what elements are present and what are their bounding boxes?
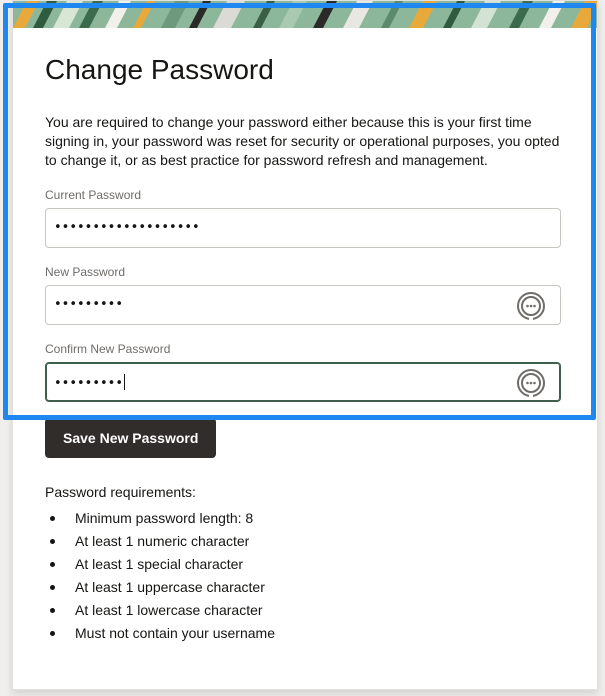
requirement-text: At least 1 numeric character <box>75 533 250 549</box>
confirm-password-value-wrap: ••••••••• <box>54 374 126 392</box>
change-password-card: Change Password You are required to chan… <box>12 0 598 690</box>
form-content: Change Password You are required to chan… <box>45 28 565 645</box>
requirement-item: Minimum password length: 8 <box>45 507 565 530</box>
bullet-icon <box>50 608 55 613</box>
reveal-password-icon[interactable] <box>516 291 546 321</box>
current-password-label: Current Password <box>45 188 142 202</box>
current-password-value: ••••••••••••••••••• <box>54 220 200 235</box>
requirement-text: At least 1 lowercase character <box>75 602 263 618</box>
bullet-icon <box>50 562 55 567</box>
requirements-list: Minimum password length: 8 At least 1 nu… <box>45 507 565 645</box>
requirements-title: Password requirements: <box>45 484 196 500</box>
bullet-icon <box>50 539 55 544</box>
bullet-icon <box>50 585 55 590</box>
bullet-icon <box>50 516 55 521</box>
requirement-text: Minimum password length: 8 <box>75 510 254 526</box>
current-password-input[interactable]: ••••••••••••••••••• <box>45 208 561 248</box>
page: Change Password You are required to chan… <box>0 0 605 696</box>
confirm-password-field: Confirm New Password ••••••••• <box>45 342 565 402</box>
text-caret <box>124 374 126 390</box>
current-password-field: Current Password ••••••••••••••••••• <box>45 188 565 248</box>
bullet-icon <box>50 631 55 636</box>
requirement-text: Must not contain your username <box>75 625 275 641</box>
new-password-label: New Password <box>45 265 126 279</box>
requirement-text: At least 1 uppercase character <box>75 579 265 595</box>
page-title: Change Password <box>45 54 274 85</box>
requirement-item: At least 1 numeric character <box>45 530 565 553</box>
save-new-password-button[interactable]: Save New Password <box>45 418 217 458</box>
confirm-password-label: Confirm New Password <box>45 342 171 356</box>
confirm-password-input[interactable]: ••••••••• <box>45 362 561 402</box>
intro-text: You are required to change your password… <box>45 114 560 168</box>
confirm-password-value: ••••••••• <box>54 376 124 391</box>
requirement-item: At least 1 lowercase character <box>45 599 565 622</box>
requirement-item: At least 1 special character <box>45 553 565 576</box>
requirement-item: Must not contain your username <box>45 622 565 645</box>
requirement-item: At least 1 uppercase character <box>45 576 565 599</box>
decorative-banner <box>13 1 597 28</box>
new-password-field: New Password ••••••••• <box>45 265 565 325</box>
new-password-value: ••••••••• <box>54 297 124 312</box>
reveal-password-icon[interactable] <box>516 368 546 398</box>
requirement-text: At least 1 special character <box>75 556 244 572</box>
new-password-input[interactable]: ••••••••• <box>45 285 561 325</box>
